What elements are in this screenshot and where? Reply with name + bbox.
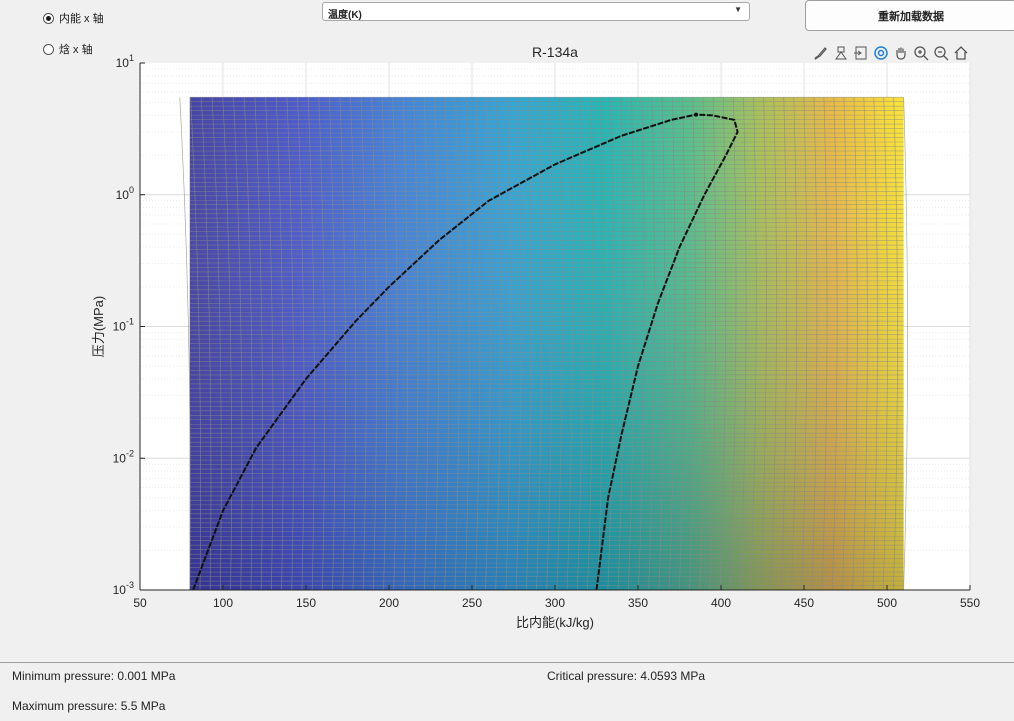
axes-toolbar [811, 43, 971, 63]
x-tick-label: 50 [133, 596, 147, 610]
home-icon[interactable] [951, 43, 971, 63]
status-divider [0, 662, 1014, 663]
zoom-out-icon[interactable] [931, 43, 951, 63]
y-tick-label: 10-1 [113, 317, 134, 334]
pan-hand-icon[interactable] [891, 43, 911, 63]
max-pressure-label: Maximum pressure: 5.5 MPa [12, 699, 166, 713]
data-tips-icon[interactable] [831, 43, 851, 63]
x-tick-label: 100 [213, 596, 233, 610]
y-tick-label: 10-3 [113, 580, 134, 597]
critical-pressure-label: Critical pressure: 4.0593 MPa [547, 669, 706, 683]
x-tick-label: 150 [296, 596, 316, 610]
x-tick-label: 200 [379, 596, 399, 610]
x-axis-label: 比内能(kJ/kg) [516, 615, 594, 630]
x-tick-label: 550 [960, 596, 980, 610]
x-tick-label: 250 [462, 596, 482, 610]
brush-icon[interactable] [811, 43, 831, 63]
y-tick-label: 10-2 [113, 448, 134, 465]
y-tick-label: 100 [116, 185, 134, 202]
y-axis-label: 压力(MPa) [91, 296, 106, 357]
chart-title: R-134a [532, 44, 578, 60]
zoom-in-icon[interactable] [911, 43, 931, 63]
critical-point [694, 112, 699, 117]
rotate-icon[interactable] [871, 43, 891, 63]
ph-chart[interactable]: 50 100 150 200 250 300 350 400 450 500 550 10-3 10-2… [0, 0, 1014, 660]
x-tick-label: 450 [794, 596, 814, 610]
x-tick-label: 350 [628, 596, 648, 610]
min-pressure-label: Minimum pressure: 0.001 MPa [12, 669, 176, 683]
x-tick-label: 500 [877, 596, 897, 610]
x-tick-label: 400 [711, 596, 731, 610]
x-tick-label: 300 [545, 596, 565, 610]
axis-export-icon[interactable] [851, 43, 871, 63]
y-tick-label: 101 [116, 53, 134, 70]
